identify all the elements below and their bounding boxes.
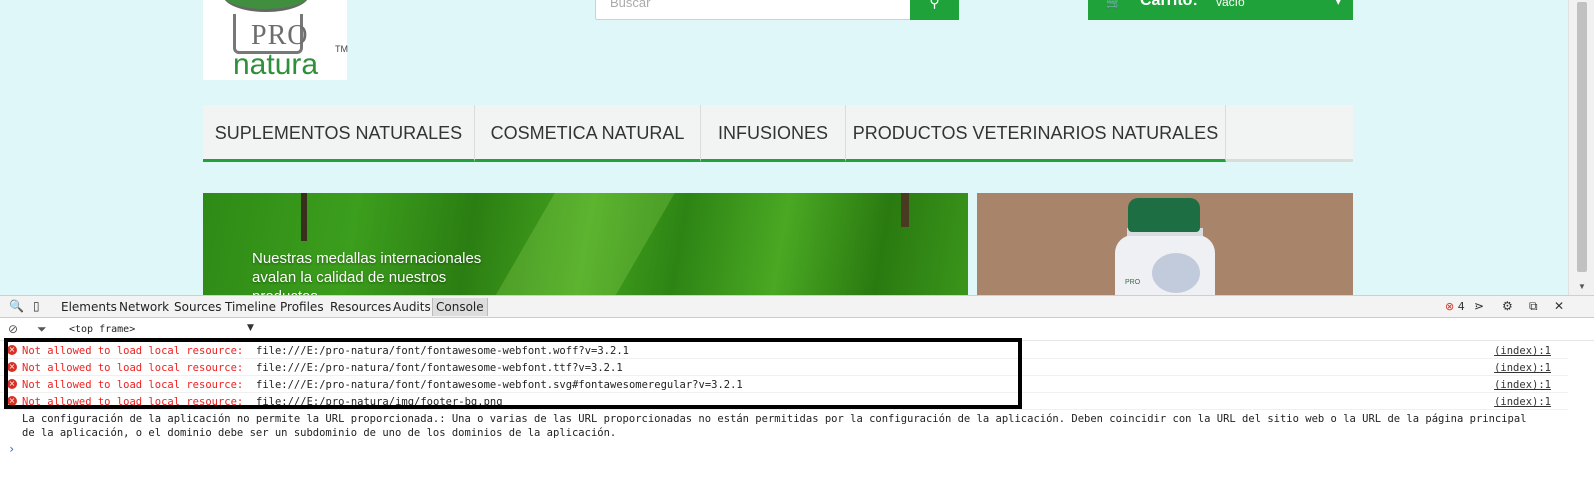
logo-trademark: TM	[335, 44, 348, 54]
search-input[interactable]: Buscar	[595, 0, 911, 20]
nav-item-label: SUPLEMENTOS NATURALES	[214, 123, 463, 143]
chevron-down-icon: ▾	[1335, 0, 1341, 8]
tab-resources[interactable]: Resources	[330, 300, 391, 314]
search-button[interactable]: ⚲	[910, 0, 959, 20]
annotation-highlight-box	[4, 338, 1022, 409]
dock-icon[interactable]: ⧉	[1529, 299, 1538, 314]
banner-light	[491, 193, 675, 295]
source-link[interactable]: (index):1	[1494, 396, 1551, 408]
bottle-label-art	[1152, 253, 1200, 293]
bottle-cap	[1128, 198, 1200, 232]
source-link[interactable]: (index):1	[1494, 362, 1551, 374]
gear-icon[interactable]: ⚙	[1502, 299, 1513, 313]
nav-item-cosmetica[interactable]: COSMETICA NATURAL	[475, 105, 701, 162]
scrollbar-thumb[interactable]	[1577, 2, 1587, 272]
search-icon: ⚲	[929, 0, 940, 10]
nav-item-veterinarios[interactable]: PRODUCTOS VETERINARIOS NATURALES	[846, 105, 1226, 162]
site-logo[interactable]: PRO natura TM	[203, 0, 348, 81]
console-log-message: La configuración de la aplicación no per…	[22, 413, 1527, 439]
banner-tree-trunk	[901, 193, 909, 227]
tab-profiles[interactable]: Profiles	[280, 300, 324, 314]
chevron-down-icon[interactable]: ▼	[247, 323, 254, 333]
error-count-badge[interactable]: ⊗ 4	[1445, 300, 1465, 313]
nav-item-label: COSMETICA NATURAL	[490, 123, 685, 143]
logo-natura-text: natura	[233, 48, 319, 81]
scroll-down-icon[interactable]: ▼	[1578, 282, 1586, 291]
filter-icon[interactable]: ⏷	[37, 322, 47, 337]
cart-label: Carrito:	[1140, 0, 1198, 9]
error-icon: ⊗	[1445, 300, 1455, 313]
main-nav: SUPLEMENTOS NATURALES COSMETICA NATURAL …	[203, 105, 1353, 162]
tab-audits[interactable]: Audits	[393, 300, 431, 314]
page-scrollbar[interactable]: ▼	[1568, 0, 1594, 295]
source-link[interactable]: (index):1	[1494, 379, 1551, 391]
frame-context-select[interactable]: <top frame>	[69, 324, 135, 335]
console-drawer-icon[interactable]: ⋗	[1474, 299, 1484, 313]
search-placeholder: Buscar	[610, 0, 651, 10]
cart-state: vacío	[1216, 0, 1245, 9]
product-image[interactable]: PRO	[977, 193, 1353, 295]
nav-item-label: PRODUCTOS VETERINARIOS NATURALES	[852, 123, 1219, 143]
tab-network[interactable]: Network	[119, 300, 169, 314]
nav-item-suplementos[interactable]: SUPLEMENTOS NATURALES	[203, 105, 475, 162]
banner-tree-trunk	[301, 193, 307, 241]
cart-icon: 🛒	[1106, 0, 1123, 9]
logo-leaf	[223, 0, 309, 12]
cart-button[interactable]: 🛒 Carrito: vacío ▾	[1088, 0, 1353, 20]
nav-item-label: INFUSIONES	[717, 123, 828, 143]
tab-console[interactable]: Console	[432, 298, 488, 316]
tab-timeline[interactable]: Timeline	[225, 300, 276, 314]
tab-sources[interactable]: Sources	[174, 300, 221, 314]
inspect-icon[interactable]: 🔍	[9, 299, 24, 313]
tab-elements[interactable]: Elements	[61, 300, 117, 314]
banner-text: Nuestras medallas internacionales avalan…	[252, 250, 482, 295]
website-viewport: PRO natura TM Buscar ⚲ 🛒 Carrito: vacío …	[0, 0, 1568, 295]
clear-console-icon[interactable]: ⊘	[8, 322, 18, 336]
close-icon[interactable]: ✕	[1554, 299, 1564, 313]
bottle-brand: PRO	[1125, 279, 1141, 286]
error-count: 4	[1457, 300, 1465, 313]
nav-item-infusiones[interactable]: INFUSIONES	[701, 105, 846, 162]
devtools-toolbar: 🔍 ▯ Elements Network Sources Timeline Pr…	[0, 295, 1594, 318]
hero-banner[interactable]: Nuestras medallas internacionales avalan…	[203, 193, 968, 295]
console-prompt[interactable]: ›	[8, 442, 15, 456]
device-mode-icon[interactable]: ▯	[33, 299, 40, 313]
source-link[interactable]: (index):1	[1494, 345, 1551, 357]
